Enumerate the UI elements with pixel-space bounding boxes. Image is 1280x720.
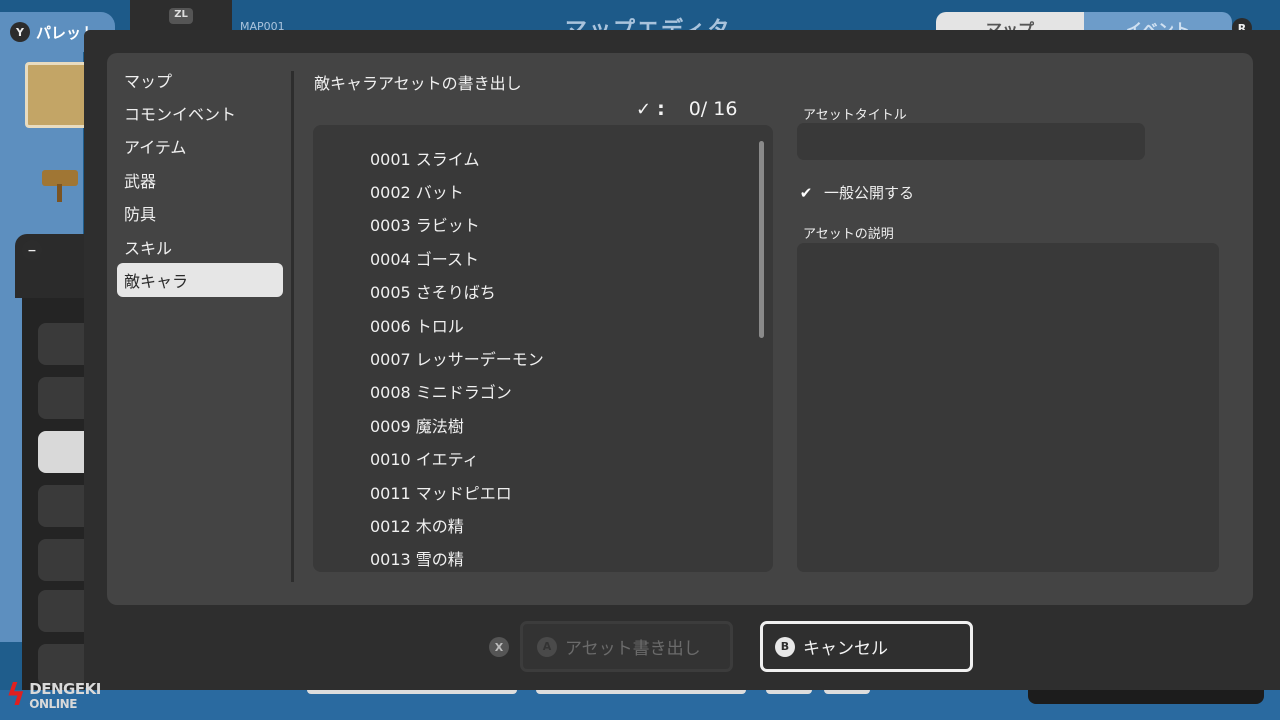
asset-description-field[interactable] [797, 243, 1219, 572]
category-item-item[interactable]: アイテム [117, 130, 283, 163]
bottom-field[interactable] [536, 690, 746, 694]
enemy-list-scrollbar[interactable] [759, 141, 764, 338]
zl-button-icon: ZL [169, 8, 193, 24]
tile-thumbnail[interactable] [25, 62, 91, 128]
bottom-button[interactable] [766, 690, 812, 694]
selection-counter: ✓ : 0/ 16 [636, 98, 737, 120]
public-toggle[interactable]: ✔ 一般公開する [797, 182, 914, 203]
bottom-button[interactable] [824, 690, 870, 694]
tool-button[interactable] [38, 323, 85, 365]
enemy-list-item[interactable]: 0009 魔法樹 [370, 408, 464, 441]
export-asset-button[interactable]: A アセット書き出し [520, 621, 733, 672]
enemy-list-item[interactable]: 0003 ラビット [370, 207, 480, 240]
enemy-list-item[interactable]: 0007 レッサーデーモン [370, 341, 544, 374]
tool-button[interactable] [38, 590, 85, 632]
asset-title-input[interactable] [797, 123, 1145, 160]
export-asset-label: アセット書き出し [565, 639, 701, 659]
watermark-line1: DENGEKI [29, 680, 101, 698]
public-checkbox[interactable]: ✔ [797, 184, 815, 202]
y-button-icon: Y [10, 22, 30, 42]
category-item-weapon[interactable]: 武器 [117, 163, 283, 196]
x-button-icon: X [489, 637, 509, 657]
enemy-list-item[interactable]: 0001 スライム [370, 141, 480, 174]
enemy-list-item[interactable]: 0013 雪の精 [370, 541, 464, 572]
lightning-icon: ϟ [6, 677, 26, 713]
category-item-skill[interactable]: スキル [117, 230, 283, 263]
enemy-list[interactable]: 0001 スライム 0002 バット 0003 ラビット 0004 ゴースト 0… [313, 125, 773, 572]
enemy-list-item[interactable]: 0004 ゴースト [370, 241, 479, 274]
tool-button[interactable] [38, 539, 85, 581]
b-button-icon: B [775, 636, 795, 657]
enemy-list-item[interactable]: 0012 木の精 [370, 508, 464, 541]
enemy-list-item[interactable]: 0002 バット [370, 174, 464, 207]
tool-button[interactable] [38, 377, 85, 419]
tool-button[interactable] [38, 431, 85, 473]
selection-count-text: 0/ 16 [688, 98, 738, 120]
cancel-button[interactable]: B キャンセル [760, 621, 973, 672]
tool-button[interactable] [38, 485, 85, 527]
enemy-list-item[interactable]: 0011 マッドピエロ [370, 475, 512, 508]
enemy-list-item[interactable]: 0005 さそりばち [370, 274, 496, 307]
signpost-icon [42, 170, 78, 202]
cancel-label: キャンセル [803, 639, 888, 659]
category-list: マップ コモンイベント アイテム 武器 防具 スキル 敵キャラ [117, 63, 283, 297]
counter-colon: : [657, 98, 665, 120]
enemy-list-item[interactable]: 0010 イエティ [370, 441, 479, 474]
watermark-line2: ONLINE [29, 697, 77, 711]
category-item-enemy[interactable]: 敵キャラ [117, 263, 283, 297]
category-item-armor[interactable]: 防具 [117, 197, 283, 230]
section-title: 敵キャラアセットの書き出し [314, 74, 522, 93]
asset-title-label: アセットタイトル [803, 108, 907, 123]
asset-description-label: アセットの説明 [803, 227, 894, 242]
enemy-list-item[interactable]: 0008 ミニドラゴン [370, 374, 512, 407]
panel-divider [291, 71, 294, 582]
category-item-common-event[interactable]: コモンイベント [117, 96, 283, 129]
checkmark-icon: ✓ [636, 98, 652, 120]
category-item-map[interactable]: マップ [117, 63, 283, 96]
minus-button-icon[interactable]: − [22, 240, 42, 260]
bottom-right-panel [1028, 690, 1264, 704]
watermark-logo: ϟ DENGEKI ONLINE [6, 680, 101, 711]
a-button-icon: A [537, 636, 557, 657]
bottom-field[interactable] [307, 690, 517, 694]
public-checkbox-label: 一般公開する [824, 184, 915, 202]
enemy-list-item[interactable]: 0006 トロル [370, 308, 464, 341]
